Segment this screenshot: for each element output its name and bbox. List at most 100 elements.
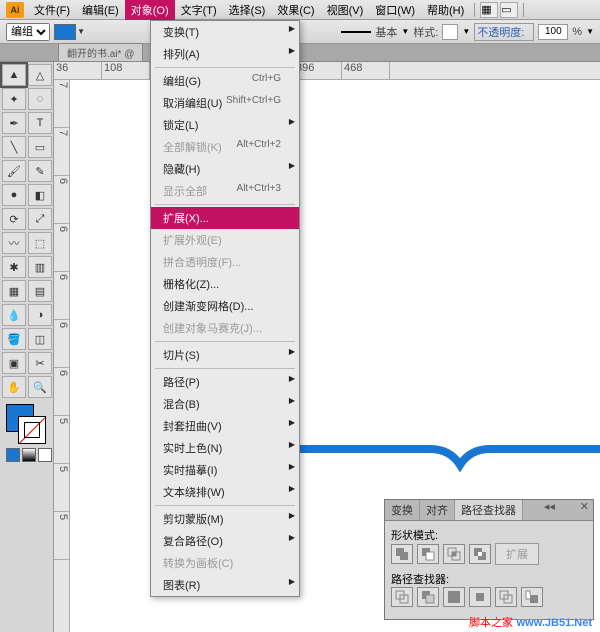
gradient-mode-icon[interactable] bbox=[22, 448, 36, 462]
selection-tool[interactable]: ▲ bbox=[2, 64, 26, 86]
warp-tool[interactable]: 〰 bbox=[2, 232, 26, 254]
menu-item[interactable]: 编组(G)Ctrl+G bbox=[151, 70, 299, 92]
rotate-tool[interactable]: ⟳ bbox=[2, 208, 26, 230]
artboard-tool[interactable]: ▣ bbox=[2, 352, 26, 374]
menu-item[interactable]: 切片(S) bbox=[151, 344, 299, 366]
menu-item[interactable]: 路径(P) bbox=[151, 371, 299, 393]
menu-type[interactable]: 文字(T) bbox=[175, 0, 223, 20]
type-tool[interactable]: T bbox=[28, 112, 52, 134]
tab-pathfinder[interactable]: 路径查找器 bbox=[455, 500, 523, 520]
panel-body: 形状模式: 扩展 路径查找器: bbox=[385, 521, 593, 619]
menu-select[interactable]: 选择(S) bbox=[223, 0, 272, 20]
menu-item[interactable]: 栅格化(Z)... bbox=[151, 273, 299, 295]
divide-button[interactable] bbox=[391, 587, 413, 607]
dropdown-icon[interactable]: ▼ bbox=[401, 27, 409, 36]
outline-button[interactable] bbox=[495, 587, 517, 607]
menu-file[interactable]: 文件(F) bbox=[28, 0, 76, 20]
symbol-sprayer-tool[interactable]: ✱ bbox=[2, 256, 26, 278]
menu-item[interactable]: 封套扭曲(V) bbox=[151, 415, 299, 437]
opacity-input[interactable] bbox=[538, 24, 568, 40]
zoom-tool[interactable]: 🔍 bbox=[28, 376, 52, 398]
hand-tool[interactable]: ✋ bbox=[2, 376, 26, 398]
blob-brush-tool[interactable]: ● bbox=[2, 184, 26, 206]
menu-item[interactable]: 排列(A) bbox=[151, 43, 299, 65]
document-tab[interactable]: 翻开的书.ai* @ bbox=[58, 43, 143, 61]
live-paint-tool[interactable]: 🪣 bbox=[2, 328, 26, 350]
menu-help[interactable]: 帮助(H) bbox=[421, 0, 470, 20]
stroke-preview[interactable] bbox=[341, 31, 371, 33]
scale-tool[interactable]: ⤢ bbox=[28, 208, 52, 230]
divider bbox=[474, 3, 475, 17]
toolbox: ▲ △ ✦ ◌ ✒ T ╲ ▭ 🖌 ✎ ● ◧ ⟳ ⤢ 〰 ⬚ ✱ ▥ ▦ ▤ … bbox=[0, 62, 54, 632]
menu-item[interactable]: 实时描摹(I) bbox=[151, 459, 299, 481]
paintbrush-tool[interactable]: 🖌 bbox=[2, 160, 26, 182]
fill-swatch[interactable] bbox=[54, 24, 76, 40]
menu-item[interactable]: 实时上色(N) bbox=[151, 437, 299, 459]
menu-effect[interactable]: 效果(C) bbox=[271, 0, 320, 20]
arrange-icon[interactable]: ▭ bbox=[500, 2, 518, 18]
slice-tool[interactable]: ✂ bbox=[28, 352, 52, 374]
panel-close-icon[interactable]: ✕ bbox=[576, 500, 593, 520]
intersect-button[interactable] bbox=[443, 544, 465, 564]
eraser-tool[interactable]: ◧ bbox=[28, 184, 52, 206]
dropdown-icon[interactable]: ▼ bbox=[586, 27, 594, 36]
pen-tool[interactable]: ✒ bbox=[2, 112, 26, 134]
menu-item[interactable]: 变换(T) bbox=[151, 21, 299, 43]
merge-button[interactable] bbox=[443, 587, 465, 607]
menu-item[interactable]: 剪切蒙版(M) bbox=[151, 508, 299, 530]
menu-item: 扩展外观(E) bbox=[151, 229, 299, 251]
expand-button[interactable]: 扩展 bbox=[495, 543, 539, 565]
minus-front-button[interactable] bbox=[417, 544, 439, 564]
menu-item[interactable]: 图表(R) bbox=[151, 574, 299, 596]
magic-wand-tool[interactable]: ✦ bbox=[2, 88, 26, 110]
unite-button[interactable] bbox=[391, 544, 413, 564]
menu-item[interactable]: 复合路径(O) bbox=[151, 530, 299, 552]
minus-back-button[interactable] bbox=[521, 587, 543, 607]
pencil-tool[interactable]: ✎ bbox=[28, 160, 52, 182]
color-mode-icon[interactable] bbox=[6, 448, 20, 462]
graph-tool[interactable]: ▥ bbox=[28, 256, 52, 278]
menu-edit[interactable]: 编辑(E) bbox=[76, 0, 125, 20]
menu-item[interactable]: 文本绕排(W) bbox=[151, 481, 299, 503]
dropdown-icon[interactable]: ▼ bbox=[462, 27, 470, 36]
menu-item[interactable]: 隐藏(H) bbox=[151, 158, 299, 180]
rectangle-tool[interactable]: ▭ bbox=[28, 136, 52, 158]
stroke-color-box[interactable] bbox=[18, 416, 46, 444]
menu-object[interactable]: 对象(O) bbox=[125, 0, 175, 20]
blend-tool[interactable]: ◑ bbox=[28, 304, 52, 326]
menu-item[interactable]: 取消编组(U)Shift+Ctrl+G bbox=[151, 92, 299, 114]
menu-item[interactable]: 扩展(X)... bbox=[151, 207, 299, 229]
menu-window[interactable]: 窗口(W) bbox=[369, 0, 421, 20]
style-swatch[interactable] bbox=[442, 24, 458, 40]
exclude-button[interactable] bbox=[469, 544, 491, 564]
document-tabs: 翻开的书.ai* @ bbox=[0, 44, 600, 62]
live-paint-select-tool[interactable]: ◫ bbox=[28, 328, 52, 350]
color-mode-row bbox=[2, 448, 52, 462]
menu-item[interactable]: 创建渐变网格(D)... bbox=[151, 295, 299, 317]
lasso-tool[interactable]: ◌ bbox=[28, 88, 52, 110]
gradient-tool[interactable]: ▤ bbox=[28, 280, 52, 302]
panel-collapse-icon[interactable]: ◂◂ bbox=[540, 500, 559, 520]
trim-button[interactable] bbox=[417, 587, 439, 607]
menu-item: 转换为画板(C) bbox=[151, 552, 299, 574]
crop-button[interactable] bbox=[469, 587, 491, 607]
menu-item[interactable]: 混合(B) bbox=[151, 393, 299, 415]
artwork-path[interactable] bbox=[260, 435, 600, 475]
free-transform-tool[interactable]: ⬚ bbox=[28, 232, 52, 254]
tab-align[interactable]: 对齐 bbox=[420, 500, 455, 520]
line-tool[interactable]: ╲ bbox=[2, 136, 26, 158]
opacity-select[interactable]: 不透明度: bbox=[474, 23, 534, 41]
style-label: 样式: bbox=[413, 24, 438, 40]
selection-type-select[interactable]: 编组 bbox=[6, 23, 50, 41]
tab-transform[interactable]: 变换 bbox=[385, 500, 420, 520]
bridge-icon[interactable]: ▦ bbox=[480, 2, 498, 18]
menu-view[interactable]: 视图(V) bbox=[321, 0, 370, 20]
menu-item[interactable]: 锁定(L) bbox=[151, 114, 299, 136]
app-logo-icon: Ai bbox=[6, 2, 24, 18]
direct-selection-tool[interactable]: △ bbox=[28, 64, 52, 86]
none-mode-icon[interactable] bbox=[38, 448, 52, 462]
fill-stroke-control[interactable] bbox=[2, 402, 52, 446]
opacity-unit: % bbox=[572, 26, 582, 38]
mesh-tool[interactable]: ▦ bbox=[2, 280, 26, 302]
eyedropper-tool[interactable]: 💧 bbox=[2, 304, 26, 326]
